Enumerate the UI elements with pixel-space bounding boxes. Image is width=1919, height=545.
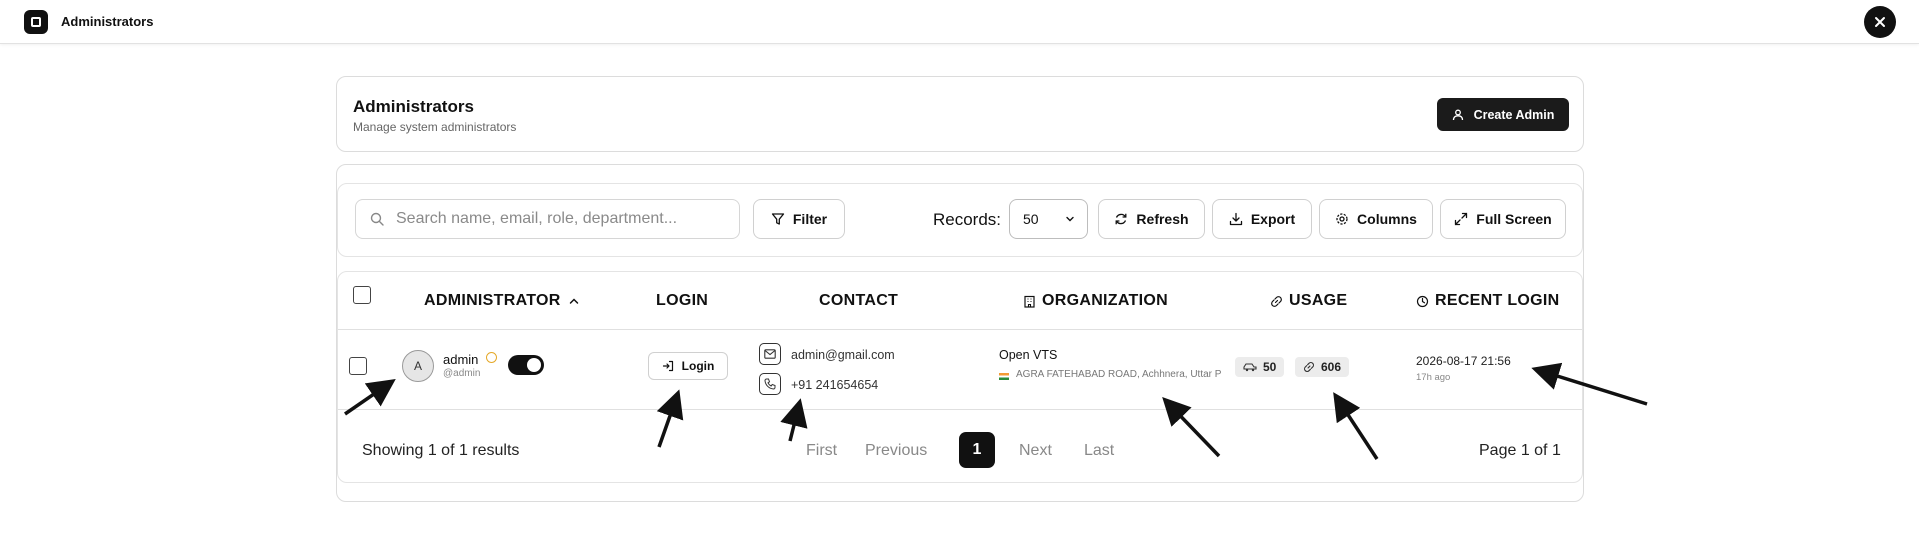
phone-link[interactable]: +91 241654654 (791, 378, 878, 392)
refresh-icon (1115, 213, 1127, 225)
columns-button[interactable]: Columns (1319, 199, 1433, 239)
user-icon (1452, 109, 1463, 120)
car-icon (1243, 363, 1257, 372)
search-input[interactable] (396, 210, 716, 228)
last-page-button[interactable]: Last (1084, 442, 1114, 460)
column-header-label: ORGANIZATION (1042, 292, 1168, 309)
column-header-administrator[interactable]: ADMINISTRATOR (424, 292, 581, 310)
app-title: Administrators (61, 14, 154, 29)
column-header-label: RECENT LOGIN (1435, 292, 1560, 309)
link-icon (1271, 295, 1282, 307)
results-summary: Showing 1 of 1 results (362, 442, 520, 459)
building-icon (1024, 295, 1035, 308)
page-subtitle: Manage system administrators (353, 120, 517, 134)
vehicle-count: 50 (1263, 360, 1277, 374)
column-header-label: CONTACT (819, 292, 899, 309)
column-header-label: ADMINISTRATOR (424, 292, 561, 309)
column-header-organization: ORGANIZATION (1023, 292, 1168, 310)
india-flag-icon (999, 373, 1009, 380)
phone-icon (759, 373, 781, 395)
sort-up-icon (569, 298, 578, 304)
active-toggle[interactable] (508, 355, 544, 375)
login-as-button[interactable]: Login (648, 352, 728, 380)
search-box[interactable] (355, 199, 740, 239)
mail-icon (759, 343, 781, 365)
usage-count: 606 (1321, 360, 1342, 374)
previous-page-button[interactable]: Previous (865, 442, 927, 460)
toolbar: Filter Records: 50 Refresh Export Column… (337, 183, 1583, 257)
column-header-label: LOGIN (656, 292, 709, 309)
create-admin-button[interactable]: Create Admin (1437, 98, 1569, 131)
first-page-button[interactable]: First (806, 442, 837, 460)
search-icon (370, 212, 384, 226)
app-logo-icon (24, 10, 48, 34)
login-icon (662, 360, 673, 372)
records-select[interactable]: 50 (1009, 199, 1088, 239)
vehicle-count-badge: 50 (1235, 357, 1285, 377)
verified-icon (486, 352, 497, 363)
page-info: Page 1 of 1 (1479, 442, 1561, 459)
page-header: Administrators Manage system administrat… (336, 76, 1584, 152)
page-title: Administrators (353, 97, 474, 116)
link-icon (1304, 362, 1314, 372)
top-bar: Administrators (0, 0, 1919, 44)
column-header-recent-login: RECENT LOGIN (1416, 292, 1560, 310)
full-screen-button[interactable]: Full Screen (1440, 199, 1566, 239)
create-admin-label: Create Admin (1473, 107, 1555, 122)
gear-icon (1336, 213, 1348, 225)
download-icon (1229, 212, 1242, 226)
organization-address: AGRA FATEHABAD ROAD, Achhnera, Uttar P (1016, 369, 1222, 380)
chevron-down-icon (1066, 216, 1074, 222)
admin-table: ADMINISTRATOR LOGIN CONTACT ORGANIZATION… (337, 271, 1583, 483)
admin-name[interactable]: admin (443, 352, 478, 367)
refresh-label: Refresh (1136, 211, 1189, 227)
column-header-contact: CONTACT (819, 292, 898, 310)
column-header-label: USAGE (1289, 292, 1348, 309)
filter-icon (771, 213, 785, 225)
close-button[interactable] (1864, 6, 1896, 38)
next-page-button[interactable]: Next (1019, 442, 1052, 460)
refresh-button[interactable]: Refresh (1098, 199, 1205, 239)
table-header: ADMINISTRATOR LOGIN CONTACT ORGANIZATION… (338, 272, 1582, 330)
usage-count-badge: 606 (1295, 357, 1350, 377)
records-value: 50 (1023, 211, 1039, 227)
columns-label: Columns (1357, 211, 1417, 227)
expand-icon (1455, 212, 1468, 226)
filter-label: Filter (792, 211, 828, 227)
export-label: Export (1250, 211, 1296, 227)
recent-login-ago: 17h ago (1416, 372, 1451, 383)
recent-login-time: 2026-08-17 21:56 (1416, 354, 1511, 368)
clock-icon (1416, 295, 1429, 307)
login-label: Login (681, 359, 715, 373)
full-screen-label: Full Screen (1476, 211, 1552, 227)
close-icon (1875, 17, 1885, 27)
records-label: Records: (933, 210, 1002, 229)
table-row[interactable]: A admin @admin Login admin@gmail.com +91… (338, 330, 1582, 410)
filter-button[interactable]: Filter (753, 199, 845, 239)
export-button[interactable]: Export (1212, 199, 1312, 239)
column-header-usage: USAGE (1270, 292, 1347, 310)
column-header-login: LOGIN (656, 292, 708, 310)
email-link[interactable]: admin@gmail.com (791, 348, 895, 362)
current-page-button[interactable]: 1 (959, 432, 995, 468)
admin-handle: @admin (443, 368, 481, 379)
avatar: A (402, 350, 434, 382)
organization-name: Open VTS (999, 348, 1058, 362)
select-all-checkbox[interactable] (353, 286, 371, 304)
admin-list-card: Filter Records: 50 Refresh Export Column… (336, 164, 1584, 502)
row-checkbox[interactable] (349, 357, 367, 375)
